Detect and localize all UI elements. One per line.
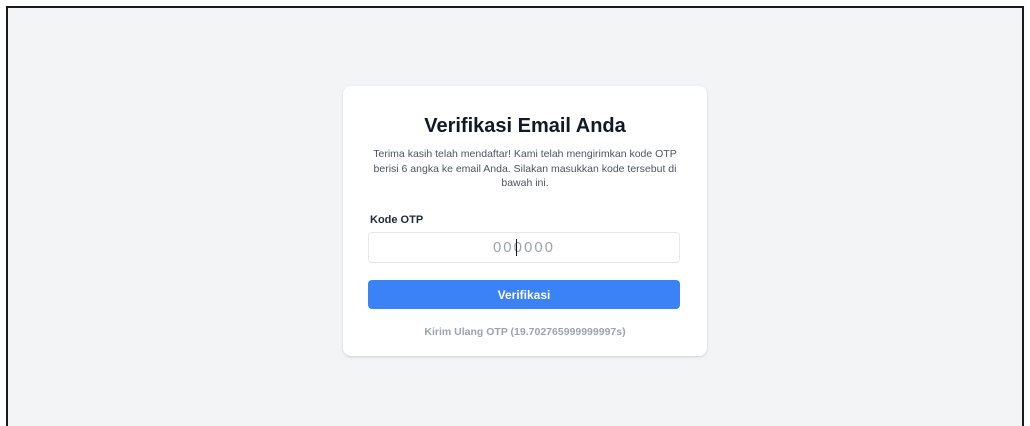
otp-input[interactable] [368,232,680,263]
verification-card: Verifikasi Email Anda Terima kasih telah… [343,86,707,356]
verify-button[interactable]: Verifikasi [368,280,680,309]
text-cursor [516,239,517,256]
resend-otp-link[interactable]: Kirim Ulang OTP (19.702765999999997s) [343,326,707,338]
otp-label: Kode OTP [370,214,424,226]
instruction-text: Terima kasih telah mendaftar! Kami telah… [373,148,677,189]
page-title: Verifikasi Email Anda [424,115,626,137]
page-viewport: Verifikasi Email Anda Terima kasih telah… [6,6,1024,426]
